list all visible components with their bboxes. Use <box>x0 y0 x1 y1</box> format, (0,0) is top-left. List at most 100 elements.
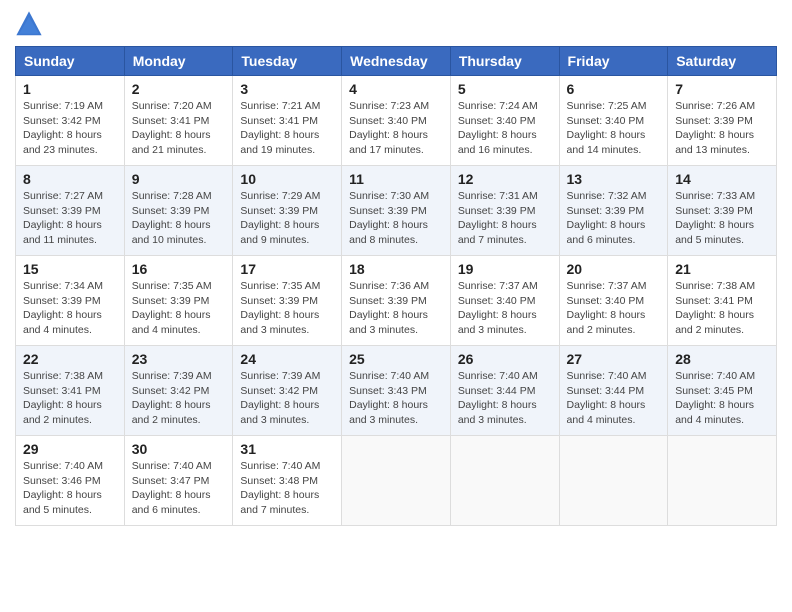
day-info: Sunrise: 7:26 AMSunset: 3:39 PMDaylight:… <box>675 99 769 158</box>
calendar-cell: 7 Sunrise: 7:26 AMSunset: 3:39 PMDaylight… <box>668 76 777 166</box>
calendar-cell: 18Sunrise: 7:36 AMSunset: 3:39 PMDayligh… <box>342 256 451 346</box>
day-info: Sunrise: 7:30 AMSunset: 3:39 PMDaylight:… <box>349 189 443 248</box>
day-info: Sunrise: 7:40 AMSunset: 3:46 PMDaylight:… <box>23 459 117 518</box>
day-info: Sunrise: 7:21 AMSunset: 3:41 PMDaylight:… <box>240 99 334 158</box>
day-number: 25 <box>349 351 443 367</box>
calendar-cell: 10 Sunrise: 7:29 AMSunset: 3:39 PMDayligh… <box>233 166 342 256</box>
day-info: Sunrise: 7:19 AMSunset: 3:42 PMDaylight:… <box>23 99 117 158</box>
day-info: Sunrise: 7:38 AMSunset: 3:41 PMDaylight:… <box>23 369 117 428</box>
calendar-cell: 12 Sunrise: 7:31 AMSunset: 3:39 PMDayligh… <box>450 166 559 256</box>
calendar-cell: 31 Sunrise: 7:40 AMSunset: 3:48 PMDayligh… <box>233 436 342 526</box>
calendar-cell <box>559 436 668 526</box>
logo <box>15 10 47 38</box>
day-info: Sunrise: 7:39 AMSunset: 3:42 PMDaylight:… <box>240 369 334 428</box>
day-number: 20 <box>567 261 661 277</box>
calendar-header-monday: Monday <box>124 47 233 76</box>
day-number: 4 <box>349 81 443 97</box>
calendar-cell: 9 Sunrise: 7:28 AMSunset: 3:39 PMDaylight… <box>124 166 233 256</box>
calendar-cell: 17 Sunrise: 7:35 AMSunset: 3:39 PMDayligh… <box>233 256 342 346</box>
calendar-cell: 28 Sunrise: 7:40 AMSunset: 3:45 PMDayligh… <box>668 346 777 436</box>
day-info: Sunrise: 7:27 AMSunset: 3:39 PMDaylight:… <box>23 189 117 248</box>
calendar-header-sunday: Sunday <box>16 47 125 76</box>
day-info: Sunrise: 7:40 AMSunset: 3:47 PMDaylight:… <box>132 459 226 518</box>
calendar-cell: 23 Sunrise: 7:39 AMSunset: 3:42 PMDayligh… <box>124 346 233 436</box>
day-info: Sunrise: 7:20 AMSunset: 3:41 PMDaylight:… <box>132 99 226 158</box>
day-info: Sunrise: 7:39 AMSunset: 3:42 PMDaylight:… <box>132 369 226 428</box>
calendar-cell: 24 Sunrise: 7:39 AMSunset: 3:42 PMDayligh… <box>233 346 342 436</box>
day-info: Sunrise: 7:29 AMSunset: 3:39 PMDaylight:… <box>240 189 334 248</box>
day-info: Sunrise: 7:34 AMSunset: 3:39 PMDaylight:… <box>23 279 117 338</box>
calendar-cell: 11 Sunrise: 7:30 AMSunset: 3:39 PMDayligh… <box>342 166 451 256</box>
calendar-header-row: SundayMondayTuesdayWednesdayThursdayFrid… <box>16 47 777 76</box>
calendar-cell: 6 Sunrise: 7:25 AMSunset: 3:40 PMDaylight… <box>559 76 668 166</box>
day-number: 24 <box>240 351 334 367</box>
calendar-cell: 30 Sunrise: 7:40 AMSunset: 3:47 PMDayligh… <box>124 436 233 526</box>
day-number: 7 <box>675 81 769 97</box>
day-info: Sunrise: 7:40 AMSunset: 3:44 PMDaylight:… <box>458 369 552 428</box>
day-info: Sunrise: 7:35 AMSunset: 3:39 PMDaylight:… <box>132 279 226 338</box>
calendar-week-row: 22 Sunrise: 7:38 AMSunset: 3:41 PMDayligh… <box>16 346 777 436</box>
day-number: 6 <box>567 81 661 97</box>
day-number: 21 <box>675 261 769 277</box>
day-number: 28 <box>675 351 769 367</box>
calendar-cell: 22 Sunrise: 7:38 AMSunset: 3:41 PMDayligh… <box>16 346 125 436</box>
calendar-week-row: 8 Sunrise: 7:27 AMSunset: 3:39 PMDaylight… <box>16 166 777 256</box>
calendar-week-row: 29 Sunrise: 7:40 AMSunset: 3:46 PMDayligh… <box>16 436 777 526</box>
day-number: 11 <box>349 171 443 187</box>
day-info: Sunrise: 7:40 AMSunset: 3:43 PMDaylight:… <box>349 369 443 428</box>
calendar-cell: 3 Sunrise: 7:21 AMSunset: 3:41 PMDaylight… <box>233 76 342 166</box>
logo-icon <box>15 10 43 38</box>
day-number: 14 <box>675 171 769 187</box>
calendar-cell: 1Sunrise: 7:19 AMSunset: 3:42 PMDaylight… <box>16 76 125 166</box>
day-number: 31 <box>240 441 334 457</box>
day-number: 16 <box>132 261 226 277</box>
calendar-cell: 19 Sunrise: 7:37 AMSunset: 3:40 PMDayligh… <box>450 256 559 346</box>
calendar-cell: 13 Sunrise: 7:32 AMSunset: 3:39 PMDayligh… <box>559 166 668 256</box>
calendar-cell: 15Sunrise: 7:34 AMSunset: 3:39 PMDayligh… <box>16 256 125 346</box>
calendar-cell: 20 Sunrise: 7:37 AMSunset: 3:40 PMDayligh… <box>559 256 668 346</box>
day-info: Sunrise: 7:37 AMSunset: 3:40 PMDaylight:… <box>458 279 552 338</box>
calendar-cell <box>668 436 777 526</box>
calendar-header-wednesday: Wednesday <box>342 47 451 76</box>
calendar-cell: 14Sunrise: 7:33 AMSunset: 3:39 PMDayligh… <box>668 166 777 256</box>
day-number: 9 <box>132 171 226 187</box>
day-info: Sunrise: 7:25 AMSunset: 3:40 PMDaylight:… <box>567 99 661 158</box>
calendar-header-tuesday: Tuesday <box>233 47 342 76</box>
day-info: Sunrise: 7:40 AMSunset: 3:48 PMDaylight:… <box>240 459 334 518</box>
day-number: 12 <box>458 171 552 187</box>
calendar-cell: 27Sunrise: 7:40 AMSunset: 3:44 PMDayligh… <box>559 346 668 436</box>
day-number: 10 <box>240 171 334 187</box>
calendar-cell: 16 Sunrise: 7:35 AMSunset: 3:39 PMDayligh… <box>124 256 233 346</box>
day-number: 8 <box>23 171 117 187</box>
calendar-table: SundayMondayTuesdayWednesdayThursdayFrid… <box>15 46 777 526</box>
day-info: Sunrise: 7:23 AMSunset: 3:40 PMDaylight:… <box>349 99 443 158</box>
calendar-week-row: 1Sunrise: 7:19 AMSunset: 3:42 PMDaylight… <box>16 76 777 166</box>
day-info: Sunrise: 7:28 AMSunset: 3:39 PMDaylight:… <box>132 189 226 248</box>
day-info: Sunrise: 7:32 AMSunset: 3:39 PMDaylight:… <box>567 189 661 248</box>
day-number: 22 <box>23 351 117 367</box>
day-info: Sunrise: 7:35 AMSunset: 3:39 PMDaylight:… <box>240 279 334 338</box>
day-number: 30 <box>132 441 226 457</box>
day-number: 29 <box>23 441 117 457</box>
day-number: 3 <box>240 81 334 97</box>
day-info: Sunrise: 7:31 AMSunset: 3:39 PMDaylight:… <box>458 189 552 248</box>
calendar-week-row: 15Sunrise: 7:34 AMSunset: 3:39 PMDayligh… <box>16 256 777 346</box>
day-number: 19 <box>458 261 552 277</box>
calendar-header-thursday: Thursday <box>450 47 559 76</box>
day-number: 2 <box>132 81 226 97</box>
day-info: Sunrise: 7:40 AMSunset: 3:45 PMDaylight:… <box>675 369 769 428</box>
day-number: 5 <box>458 81 552 97</box>
day-number: 23 <box>132 351 226 367</box>
day-number: 17 <box>240 261 334 277</box>
calendar-header-friday: Friday <box>559 47 668 76</box>
calendar-cell: 2 Sunrise: 7:20 AMSunset: 3:41 PMDaylight… <box>124 76 233 166</box>
day-info: Sunrise: 7:36 AMSunset: 3:39 PMDaylight:… <box>349 279 443 338</box>
calendar-cell <box>342 436 451 526</box>
day-info: Sunrise: 7:24 AMSunset: 3:40 PMDaylight:… <box>458 99 552 158</box>
calendar-cell: 8 Sunrise: 7:27 AMSunset: 3:39 PMDaylight… <box>16 166 125 256</box>
calendar-cell: 4 Sunrise: 7:23 AMSunset: 3:40 PMDaylight… <box>342 76 451 166</box>
day-number: 13 <box>567 171 661 187</box>
calendar-cell: 25 Sunrise: 7:40 AMSunset: 3:43 PMDayligh… <box>342 346 451 436</box>
day-info: Sunrise: 7:38 AMSunset: 3:41 PMDaylight:… <box>675 279 769 338</box>
day-info: Sunrise: 7:37 AMSunset: 3:40 PMDaylight:… <box>567 279 661 338</box>
